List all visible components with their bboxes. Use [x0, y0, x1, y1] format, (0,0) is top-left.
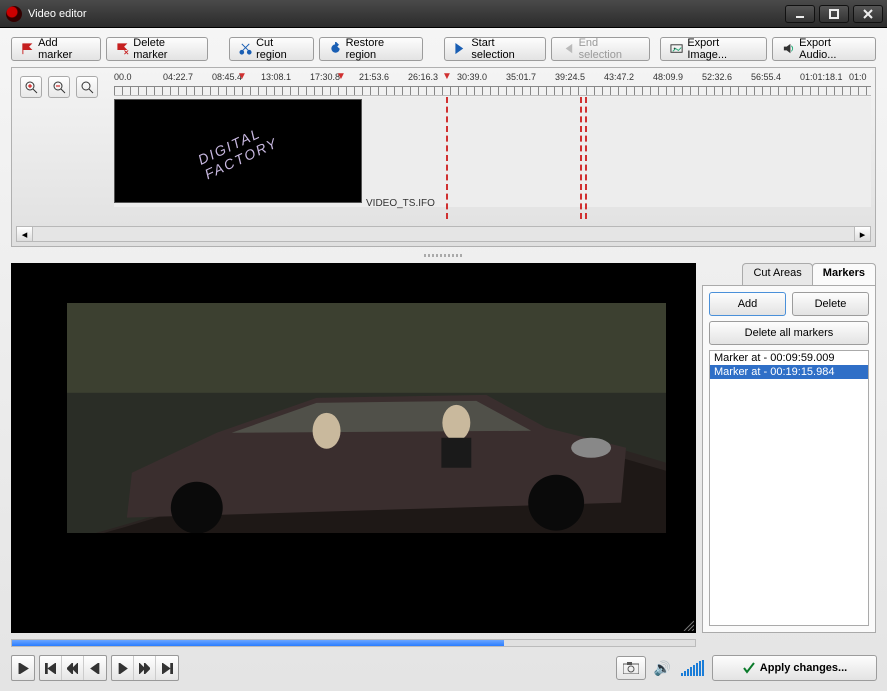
end-selection-button: End selection [551, 37, 650, 61]
start-selection-button[interactable]: Start selection [444, 37, 546, 61]
ruler-tick: 01:01:18.1 [800, 72, 843, 82]
clip-filename: VIDEO_TS.IFO [366, 198, 435, 209]
marker-add-button[interactable]: Add [709, 292, 786, 316]
ruler-tick: 52:32.6 [702, 72, 732, 82]
export-image-button[interactable]: Export Image... [660, 37, 767, 61]
tab-cut-areas[interactable]: Cut Areas [742, 263, 812, 285]
ruler-tick: 21:53.6 [359, 72, 389, 82]
export-image-icon [670, 42, 683, 56]
timeline-ruler: 00.004:22.708:45.413:08.117:30.821:53.62… [114, 72, 871, 86]
selection-start-flag[interactable]: ▼ [442, 72, 452, 82]
resize-grip-icon[interactable] [682, 619, 694, 631]
ruler-tick: 48:09.9 [653, 72, 683, 82]
scissors-icon [239, 42, 252, 56]
ruler-tick: 56:55.4 [751, 72, 781, 82]
play-button[interactable] [12, 656, 34, 680]
label: Add marker [38, 37, 91, 61]
cut-region-button[interactable]: Cut region [229, 37, 313, 61]
markers-list[interactable]: Marker at - 00:09:59.009Marker at - 00:1… [709, 350, 869, 626]
timeline-scrollbar[interactable]: ◂ ▸ [16, 226, 871, 242]
add-marker-button[interactable]: Add marker [11, 37, 101, 61]
timeline-marker[interactable]: ▼ [237, 72, 247, 82]
markers-panel: Add Delete Delete all markers Marker at … [702, 285, 876, 633]
zoom-in-button[interactable] [20, 76, 42, 98]
progress-fill [12, 640, 504, 646]
volume-meter[interactable] [681, 660, 704, 676]
delete-all-markers-button[interactable]: Delete all markers [709, 321, 869, 345]
zoom-fit-button[interactable] [76, 76, 98, 98]
panel-resize-handle[interactable] [5, 249, 882, 261]
goto-start-button[interactable] [40, 656, 62, 680]
frame-forward-button[interactable] [112, 656, 134, 680]
window-titlebar: Video editor [0, 0, 887, 28]
window-title: Video editor [28, 8, 785, 20]
label: Export Audio... [799, 37, 866, 61]
ruler-tick: 43:47.2 [604, 72, 634, 82]
ruler-tick: 01:0 [849, 72, 867, 82]
delete-marker-button[interactable]: Delete marker [106, 37, 208, 61]
restore-icon [329, 42, 342, 56]
apply-changes-button[interactable]: Apply changes... [712, 655, 877, 681]
maximize-button[interactable] [819, 5, 849, 23]
timeline-track[interactable]: 00.004:22.708:45.413:08.117:30.821:53.62… [114, 72, 871, 222]
zoom-controls [16, 72, 112, 98]
main-toolbar: Add marker Delete marker Cut region Rest… [5, 33, 882, 65]
selection-end-icon [561, 42, 574, 56]
tab-bar: Cut Areas Markers [702, 263, 876, 285]
scroll-right-button[interactable]: ▸ [854, 227, 870, 241]
clip-row[interactable]: DIGITALFACTORY VIDEO_TS.IFO [114, 97, 871, 207]
preview-frame [67, 303, 666, 533]
app-icon [6, 6, 22, 22]
list-item[interactable]: Marker at - 00:19:15.984 [710, 365, 868, 379]
ruler-tick: 35:01.7 [506, 72, 536, 82]
list-item[interactable]: Marker at - 00:09:59.009 [710, 351, 868, 365]
timeline-ticks [114, 86, 871, 96]
ruler-tick: 39:24.5 [555, 72, 585, 82]
side-panel: Cut Areas Markers Add Delete Delete all … [702, 263, 876, 633]
flag-add-icon [21, 42, 34, 56]
frame-back-button[interactable] [84, 656, 106, 680]
marker-delete-button[interactable]: Delete [792, 292, 869, 316]
label: Delete marker [133, 37, 198, 61]
ruler-tick: 26:16.3 [408, 72, 438, 82]
export-audio-button[interactable]: Export Audio... [772, 37, 876, 61]
step-back-button[interactable] [62, 656, 84, 680]
playhead-line[interactable] [585, 97, 587, 219]
timeline-marker[interactable]: ▼ [336, 72, 346, 82]
restore-region-button[interactable]: Restore region [319, 37, 424, 61]
timeline-panel: 00.004:22.708:45.413:08.117:30.821:53.62… [11, 67, 876, 247]
selection-start-line[interactable] [446, 97, 448, 219]
app-body: Add marker Delete marker Cut region Rest… [0, 28, 887, 691]
goto-end-button[interactable] [156, 656, 178, 680]
label: Apply changes... [760, 662, 847, 674]
scroll-left-button[interactable]: ◂ [17, 227, 33, 241]
checkmark-icon [742, 661, 756, 675]
speaker-icon[interactable]: 🔊 [654, 660, 671, 677]
minimize-button[interactable] [785, 5, 815, 23]
label: Cut region [256, 37, 303, 61]
export-audio-icon [782, 42, 795, 56]
preview-image [67, 303, 666, 533]
playback-progress[interactable] [11, 639, 696, 647]
selection-end-line[interactable] [580, 97, 582, 219]
label: End selection [579, 37, 641, 61]
snapshot-button[interactable] [616, 656, 646, 680]
selection-start-icon [454, 42, 467, 56]
label: Restore region [346, 37, 413, 61]
ruler-tick: 30:39.0 [457, 72, 487, 82]
ruler-tick: 04:22.7 [163, 72, 193, 82]
flag-delete-icon [116, 42, 129, 56]
label: Export Image... [687, 37, 757, 61]
video-preview [11, 263, 696, 633]
video-clip[interactable]: DIGITALFACTORY [114, 99, 362, 203]
zoom-out-button[interactable] [48, 76, 70, 98]
label: Start selection [471, 37, 536, 61]
close-button[interactable] [853, 5, 883, 23]
tab-markers[interactable]: Markers [812, 263, 876, 285]
ruler-tick: 00.0 [114, 72, 132, 82]
transport-bar: 🔊 Apply changes... [5, 653, 882, 683]
step-forward-button[interactable] [134, 656, 156, 680]
